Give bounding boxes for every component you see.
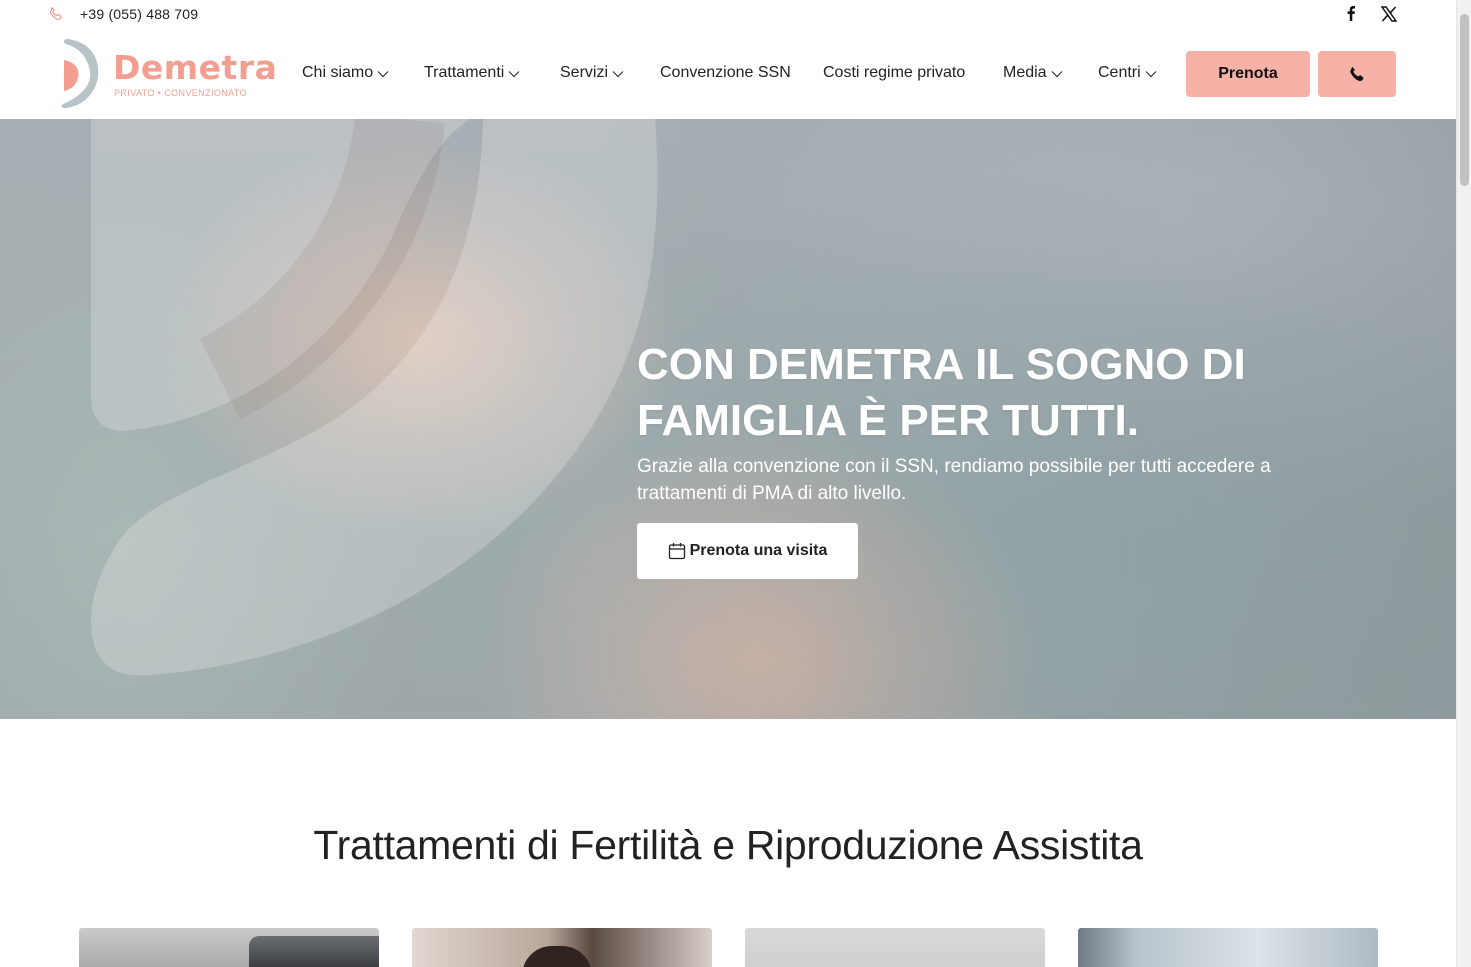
nav-item-media[interactable]: Media <box>1003 64 1063 82</box>
book-visit-label: Prenota una visita <box>689 542 828 559</box>
page: +39 (055) 488 709 Demetra PRIVATO • CONV… <box>0 0 1456 967</box>
scrollbar-thumb[interactable] <box>1460 14 1469 186</box>
hero-decorative-shape <box>90 119 658 676</box>
x-twitter-icon[interactable] <box>1381 6 1397 22</box>
logo-wordmark: Demetra <box>113 48 278 87</box>
phone-icon[interactable] <box>47 5 65 23</box>
chevron-down-icon <box>508 71 520 78</box>
treatment-card[interactable] <box>745 928 1045 967</box>
treatment-card[interactable] <box>1078 928 1378 967</box>
hero-banner: CON DEMETRA IL SOGNO DI FAMIGLIA È PER T… <box>0 119 1456 719</box>
nav-label: Centri <box>1098 64 1141 81</box>
phone-icon <box>1350 66 1364 82</box>
nav-label: Servizi <box>560 64 609 81</box>
nav-label: Chi siamo <box>302 64 374 81</box>
treatment-card[interactable] <box>412 928 712 967</box>
hero-subtitle-line: Grazie alla convenzione con il SSN, rend… <box>637 456 1271 477</box>
treatment-cards <box>0 928 1456 967</box>
book-button[interactable]: Prenota <box>1186 51 1310 97</box>
logo-tagline: PRIVATO • CONVENZIONATO <box>114 88 248 98</box>
chevron-down-icon <box>1145 71 1157 78</box>
hero-title: CON DEMETRA IL SOGNO DI FAMIGLIA È PER T… <box>637 337 1337 449</box>
nav-item-chi-siamo[interactable]: Chi siamo <box>302 64 389 82</box>
book-visit-button[interactable]: Prenota una visita <box>637 523 858 579</box>
nav-item-costi-regime-privato[interactable]: Costi regime privato <box>823 64 965 82</box>
nav-label: Convenzione SSN <box>660 64 791 81</box>
nav-item-centri[interactable]: Centri <box>1098 64 1157 82</box>
calendar-icon <box>668 543 685 560</box>
chevron-down-icon <box>377 71 389 78</box>
hero-subtitle: Grazie alla convenzione con il SSN, rend… <box>637 453 1357 507</box>
card-image <box>249 936 379 967</box>
hero-title-line: FAMIGLIA È PER TUTTI. <box>637 396 1139 445</box>
nav-label: Costi regime privato <box>823 64 966 81</box>
call-button[interactable] <box>1318 51 1396 97</box>
scrollbar[interactable] <box>1456 0 1471 967</box>
header: Demetra PRIVATO • CONVENZIONATO Chi siam… <box>0 28 1456 119</box>
facebook-icon[interactable] <box>1344 5 1358 21</box>
logo[interactable]: Demetra PRIVATO • CONVENZIONATO <box>60 38 277 110</box>
top-bar: +39 (055) 488 709 <box>0 0 1456 28</box>
nav-label: Media <box>1003 64 1047 81</box>
treatment-card[interactable] <box>79 928 379 967</box>
nav-item-convenzione-ssn[interactable]: Convenzione SSN <box>660 64 791 82</box>
nav-label: Trattamenti <box>424 64 505 81</box>
phone-number[interactable]: +39 (055) 488 709 <box>80 6 198 22</box>
logo-mark-icon <box>61 38 99 109</box>
section-title: Trattamenti di Fertilità e Riproduzione … <box>313 822 1143 868</box>
chevron-down-icon <box>1051 71 1063 78</box>
nav-item-servizi[interactable]: Servizi <box>560 64 624 82</box>
card-image <box>522 946 592 967</box>
nav-item-trattamenti[interactable]: Trattamenti <box>424 64 520 82</box>
hero-title-line: CON DEMETRA IL SOGNO DI <box>637 340 1246 389</box>
hero-subtitle-line: trattamenti di PMA di alto livello. <box>637 483 907 504</box>
chevron-down-icon <box>612 71 624 78</box>
